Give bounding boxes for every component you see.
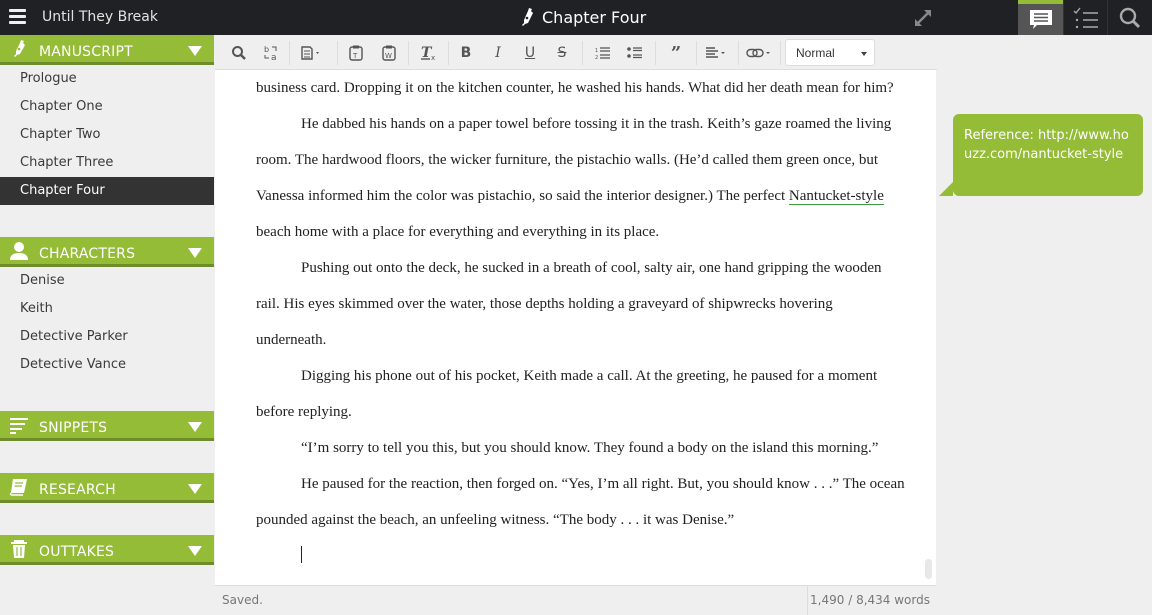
svg-text:b: b	[264, 45, 269, 54]
section-header-research[interactable]: RESEARCH	[0, 473, 214, 503]
pen-nib-icon	[522, 8, 533, 26]
section-label: OUTTAKES	[39, 544, 115, 560]
find-button[interactable]	[229, 41, 249, 65]
link-button[interactable]	[745, 41, 773, 65]
strikethrough-button[interactable]: S	[553, 41, 571, 65]
lines-icon	[10, 418, 28, 434]
align-left-icon	[706, 47, 725, 58]
sidebar-item-keith[interactable]: Keith	[0, 295, 214, 323]
format-painter-button[interactable]	[297, 41, 325, 65]
svg-text:x: x	[431, 54, 435, 61]
replace-icon: ba	[264, 45, 277, 62]
paragraph: Digging his phone out of his pocket, Kei…	[256, 368, 878, 420]
paragraph: Pushing out onto the deck, he sucked in …	[256, 260, 882, 348]
paragraph-text: beach home with a place for everything a…	[256, 224, 660, 240]
comment-text: Reference: http://www.houzz.com/nantucke…	[964, 128, 1129, 162]
caret-down-icon[interactable]	[188, 422, 202, 432]
document-title: Chapter Four	[542, 7, 647, 27]
sidebar-item-denise[interactable]: Denise	[0, 267, 214, 295]
bullet-list-button[interactable]	[626, 41, 644, 65]
section-label: CHARACTERS	[39, 246, 136, 262]
caret-down-icon[interactable]	[188, 248, 202, 258]
book-icon	[9, 479, 27, 496]
sidebar-item-detective-parker[interactable]: Detective Parker	[0, 323, 214, 351]
editor-area[interactable]: business card. Dropping it on the kitche…	[215, 70, 936, 585]
svg-text:2: 2	[595, 55, 598, 60]
format-select-value: Normal	[796, 46, 835, 60]
trash-icon	[11, 540, 27, 558]
section-header-outtakes[interactable]: OUTTAKES	[0, 535, 214, 565]
sidebar-item-detective-vance[interactable]: Detective Vance	[0, 351, 214, 379]
clear-format-icon: Tx	[421, 45, 435, 61]
section-label: SNIPPETS	[39, 420, 108, 436]
align-button[interactable]	[703, 41, 731, 65]
expand-icon[interactable]	[912, 7, 934, 29]
link-icon	[746, 48, 770, 58]
sidebar-item-chapter-one[interactable]: Chapter One	[0, 93, 214, 121]
quote-icon: ”	[670, 42, 682, 64]
hamburger-menu-icon[interactable]	[9, 9, 26, 25]
text-cursor	[301, 546, 302, 563]
tab-comments[interactable]	[1018, 0, 1063, 35]
bullet-list-icon	[627, 47, 642, 59]
save-status: Saved.	[222, 593, 263, 607]
caret-down-icon	[861, 52, 867, 56]
caret-down-icon[interactable]	[188, 546, 202, 556]
commented-link-text[interactable]: Nantucket-style	[788, 188, 884, 205]
tab-checklist[interactable]	[1063, 0, 1108, 35]
clipboard-word-icon: W	[382, 45, 396, 61]
sidebar-item-chapter-two[interactable]: Chapter Two	[0, 121, 214, 149]
ordered-list-icon: 12	[595, 47, 610, 60]
svg-text:1: 1	[595, 48, 598, 54]
svg-text:a: a	[271, 53, 277, 62]
tab-search[interactable]	[1107, 0, 1152, 35]
sidebar-item-prologue[interactable]: Prologue	[0, 65, 214, 93]
italic-button[interactable]: I	[489, 41, 507, 65]
caret-down-icon[interactable]	[188, 484, 202, 494]
bold-button[interactable]: B	[457, 41, 475, 65]
paragraph: He dabbed his hands on a paper towel bef…	[256, 106, 906, 250]
word-count: 1,490 / 8,434 words	[810, 593, 930, 607]
checklist-icon	[1073, 7, 1098, 28]
section-header-manuscript[interactable]: MANUSCRIPT	[0, 35, 214, 65]
paste-word-button[interactable]: W	[379, 41, 399, 65]
paragraph: business card. Dropping it on the kitche…	[256, 80, 894, 96]
paragraph: He paused for the reaction, then forged …	[256, 476, 905, 528]
svg-text:W: W	[385, 52, 392, 60]
section-header-snippets[interactable]: SNIPPETS	[0, 411, 214, 441]
format-painter-icon	[301, 46, 319, 60]
search-icon	[1119, 7, 1141, 28]
status-bar: Saved. 1,490 / 8,434 words	[215, 585, 936, 615]
divider	[807, 586, 808, 615]
comment-bubble[interactable]: Reference: http://www.houzz.com/nantucke…	[939, 114, 1143, 196]
paragraph: “I’m sorry to tell you this, but you sho…	[301, 440, 879, 456]
top-bar: Until They Break Chapter Four	[0, 0, 1152, 35]
document-title-wrap: Chapter Four	[518, 7, 646, 27]
manuscript-text[interactable]: business card. Dropping it on the kitche…	[256, 70, 906, 538]
paragraph-format-select[interactable]: Normal	[785, 39, 875, 66]
blockquote-button[interactable]: ”	[665, 41, 687, 65]
section-label: RESEARCH	[39, 482, 116, 498]
clipboard-text-icon: T	[349, 45, 363, 61]
clear-format-button[interactable]: Tx	[418, 41, 440, 65]
find-replace-button[interactable]: ba	[261, 41, 281, 65]
underline-button[interactable]: U	[521, 41, 539, 65]
section-label: MANUSCRIPT	[39, 44, 133, 60]
scrollbar[interactable]	[925, 559, 932, 579]
paste-text-button[interactable]: T	[346, 41, 366, 65]
search-icon	[232, 46, 246, 60]
section-header-characters[interactable]: CHARACTERS	[0, 237, 214, 267]
sidebar: MANUSCRIPT Prologue Chapter One Chapter …	[0, 35, 214, 614]
pen-nib-icon	[14, 40, 25, 57]
person-icon	[10, 242, 28, 260]
svg-text:T: T	[352, 52, 358, 60]
sidebar-item-chapter-four[interactable]: Chapter Four	[0, 177, 214, 205]
caret-down-icon[interactable]	[188, 46, 202, 56]
sidebar-item-chapter-three[interactable]: Chapter Three	[0, 149, 214, 177]
book-title: Until They Break	[42, 9, 158, 25]
comment-icon	[1029, 9, 1052, 29]
ordered-list-button[interactable]: 12	[594, 41, 612, 65]
